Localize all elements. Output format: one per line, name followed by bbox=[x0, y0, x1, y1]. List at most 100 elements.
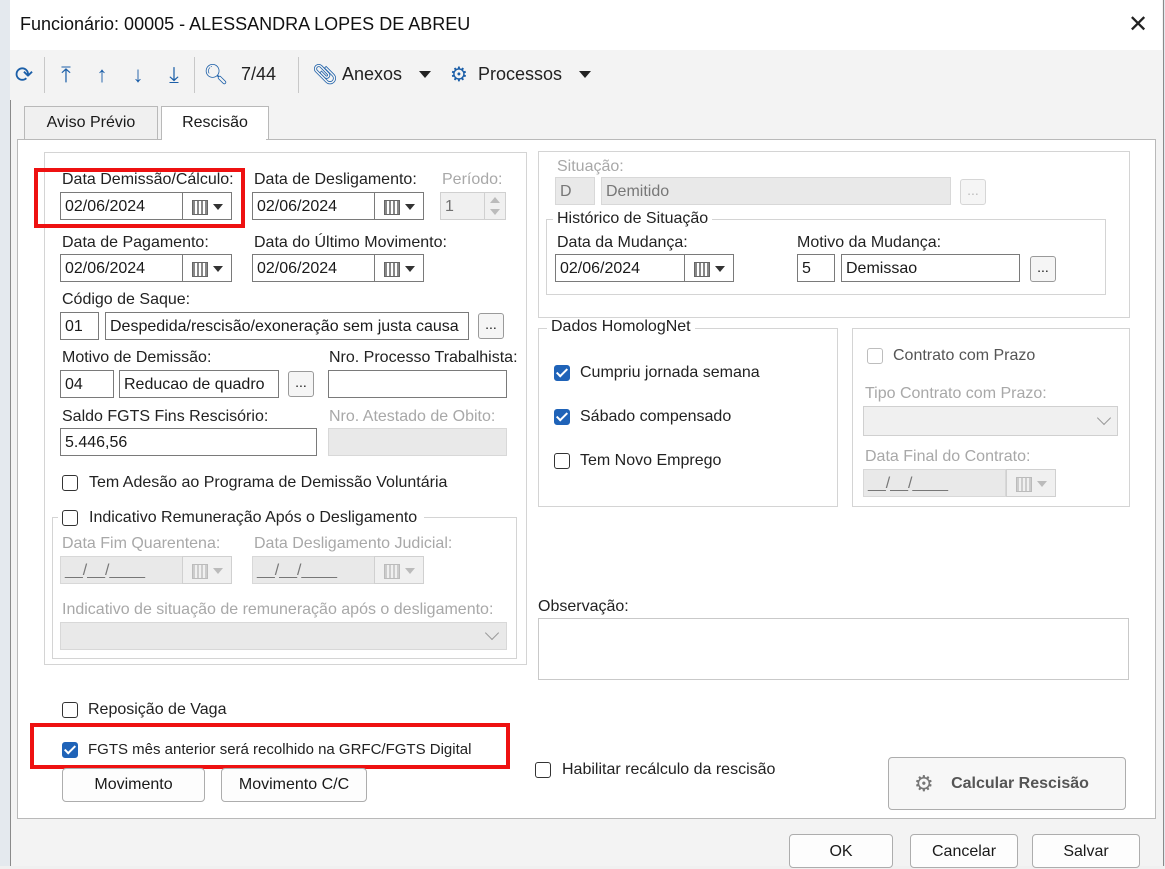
chevron-down-icon[interactable] bbox=[579, 71, 591, 78]
chevron-down-icon bbox=[1037, 481, 1047, 487]
data-pagamento-label: Data de Pagamento: bbox=[62, 234, 209, 251]
nro-processo-input[interactable] bbox=[328, 370, 507, 398]
nro-atestado-label: Nro. Atestado de Obito: bbox=[329, 408, 496, 425]
data-desligamento-date-picker[interactable] bbox=[374, 192, 424, 220]
situacao-label: Situação: bbox=[557, 158, 624, 175]
nro-atestado-input[interactable] bbox=[328, 428, 507, 456]
toolbar-separator bbox=[194, 57, 195, 93]
data-final-contrato-date-picker[interactable] bbox=[1006, 469, 1056, 497]
adesao-pdv-checkbox[interactable] bbox=[62, 475, 78, 491]
situacao-lookup-button[interactable]: ... bbox=[960, 179, 986, 205]
next-record-icon[interactable]: ↓ bbox=[124, 60, 152, 90]
data-mudanca-date-picker[interactable] bbox=[684, 254, 734, 282]
movimento-button[interactable]: Movimento bbox=[62, 768, 205, 802]
situacao-desc-input[interactable]: Demitido bbox=[601, 177, 951, 205]
periodo-spinner[interactable] bbox=[484, 192, 506, 220]
tab-aviso-previo[interactable]: Aviso Prévio bbox=[24, 106, 158, 139]
habilitar-recalculo-checkbox[interactable] bbox=[535, 762, 551, 778]
data-fim-quarentena-input[interactable]: __/__/____ bbox=[60, 556, 183, 584]
situacao-code-input[interactable]: D bbox=[555, 177, 595, 205]
codigo-saque-label: Código de Saque: bbox=[62, 291, 191, 308]
save-button[interactable]: Salvar bbox=[1032, 834, 1140, 868]
chevron-down-icon bbox=[405, 568, 415, 574]
data-pagamento-date-picker[interactable] bbox=[182, 254, 232, 282]
adesao-pdv-label: Tem Adesão ao Programa de Demissão Volun… bbox=[89, 474, 448, 491]
saldo-fgts-input[interactable]: 5.446,56 bbox=[60, 428, 317, 456]
cancel-button[interactable]: Cancelar bbox=[910, 834, 1018, 868]
toolbar-separator bbox=[298, 57, 299, 93]
calendar-icon bbox=[192, 262, 208, 277]
paperclip-icon[interactable]: 📎︎ bbox=[311, 60, 339, 90]
data-deslig-judicial-input[interactable]: __/__/____ bbox=[252, 556, 375, 584]
highlight-box bbox=[30, 723, 510, 769]
gears-icon: ⚙ bbox=[914, 771, 934, 796]
data-final-contrato-label: Data Final do Contrato: bbox=[865, 448, 1031, 465]
search-icon[interactable]: 🔍︎ bbox=[202, 60, 230, 90]
motivo-mudanca-lookup-button[interactable]: ... bbox=[1030, 256, 1056, 282]
calendar-icon bbox=[384, 262, 400, 277]
sabado-compensado-label: Sábado compensado bbox=[580, 408, 732, 425]
codigo-saque-code-input[interactable]: 01 bbox=[60, 312, 99, 340]
calendar-icon bbox=[192, 564, 208, 579]
reposicao-vaga-checkbox[interactable] bbox=[62, 702, 78, 718]
motivo-demissao-label: Motivo de Demissão: bbox=[62, 349, 212, 366]
motivo-demissao-lookup-button[interactable]: ... bbox=[288, 371, 314, 397]
previous-record-icon[interactable]: ↑ bbox=[88, 60, 116, 90]
window-title: Funcionário: 00005 - ALESSANDRA LOPES DE… bbox=[20, 14, 471, 34]
close-icon[interactable]: ✕ bbox=[1120, 8, 1156, 42]
tab-rescisao[interactable]: Rescisão bbox=[161, 106, 269, 141]
saldo-fgts-label: Saldo FGTS Fins Rescisório: bbox=[62, 408, 269, 425]
movimento-cc-button[interactable]: Movimento C/C bbox=[221, 768, 367, 802]
data-desligamento-input[interactable]: 02/06/2024 bbox=[252, 192, 375, 220]
contrato-prazo-checkbox[interactable] bbox=[867, 348, 883, 364]
motivo-mudanca-code-input[interactable]: 5 bbox=[797, 254, 835, 282]
data-pagamento-input[interactable]: 02/06/2024 bbox=[60, 254, 183, 282]
codigo-saque-desc-input[interactable]: Despedida/rescisão/exoneração sem justa … bbox=[105, 312, 469, 340]
motivo-demissao-desc-input[interactable]: Reducao de quadro bbox=[119, 370, 279, 398]
record-position: 7/44 bbox=[241, 64, 277, 84]
data-deslig-judicial-date-picker[interactable] bbox=[374, 556, 424, 584]
gear-icon[interactable]: ⚙ bbox=[445, 60, 473, 90]
codigo-saque-lookup-button[interactable]: ... bbox=[478, 313, 504, 339]
indicativo-remuneracao-checkbox[interactable] bbox=[62, 510, 78, 526]
toolbar-separator bbox=[44, 57, 45, 93]
novo-emprego-checkbox[interactable] bbox=[554, 453, 570, 469]
refresh-icon[interactable]: ⟳ bbox=[10, 60, 38, 90]
sabado-compensado-checkbox[interactable] bbox=[554, 409, 570, 425]
cumpriu-jornada-checkbox[interactable] bbox=[554, 365, 570, 381]
contrato-prazo-label: Contrato com Prazo bbox=[893, 347, 1036, 364]
anexos-menu[interactable]: Anexos bbox=[342, 64, 402, 85]
last-record-icon[interactable]: ⤓ bbox=[160, 60, 188, 90]
data-final-contrato-input[interactable]: __/__/____ bbox=[863, 469, 1006, 497]
motivo-mudanca-label: Motivo da Mudança: bbox=[797, 234, 942, 251]
first-record-icon[interactable]: ⤒ bbox=[52, 60, 80, 90]
observacao-textarea[interactable] bbox=[538, 618, 1129, 680]
tab-connector bbox=[162, 139, 266, 141]
indicativo-situacao-select[interactable] bbox=[60, 622, 507, 650]
data-desligamento-label: Data de Desligamento: bbox=[254, 171, 417, 188]
chevron-down-icon bbox=[715, 266, 725, 272]
observacao-label: Observação: bbox=[538, 598, 629, 615]
ok-button[interactable]: OK bbox=[789, 834, 893, 868]
data-fim-quarentena-label: Data Fim Quarentena: bbox=[62, 535, 221, 552]
periodo-input[interactable]: 1 bbox=[440, 192, 486, 220]
tipo-contrato-label: Tipo Contrato com Prazo: bbox=[865, 385, 1047, 402]
data-ultimo-movimento-input[interactable]: 02/06/2024 bbox=[252, 254, 375, 282]
data-ultimo-movimento-date-picker[interactable] bbox=[374, 254, 424, 282]
habilitar-recalculo-label: Habilitar recálculo da rescisão bbox=[562, 761, 776, 778]
data-ultimo-movimento-label: Data do Último Movimento: bbox=[254, 234, 447, 251]
tipo-contrato-select[interactable] bbox=[863, 406, 1118, 436]
data-mudanca-label: Data da Mudança: bbox=[557, 234, 688, 251]
motivo-demissao-code-input[interactable]: 04 bbox=[60, 370, 114, 398]
chevron-down-icon[interactable] bbox=[419, 71, 431, 78]
data-fim-quarentena-date-picker[interactable] bbox=[182, 556, 232, 584]
chevron-down-icon bbox=[405, 204, 415, 210]
calendar-icon bbox=[1016, 477, 1032, 492]
processos-menu[interactable]: Processos bbox=[478, 64, 562, 85]
chevron-down-icon bbox=[405, 266, 415, 272]
calendar-icon bbox=[384, 200, 400, 215]
novo-emprego-label: Tem Novo Emprego bbox=[580, 452, 722, 469]
reposicao-vaga-label: Reposição de Vaga bbox=[88, 701, 227, 718]
data-mudanca-input[interactable]: 02/06/2024 bbox=[555, 254, 685, 282]
motivo-mudanca-desc-input[interactable]: Demissao bbox=[841, 254, 1020, 282]
